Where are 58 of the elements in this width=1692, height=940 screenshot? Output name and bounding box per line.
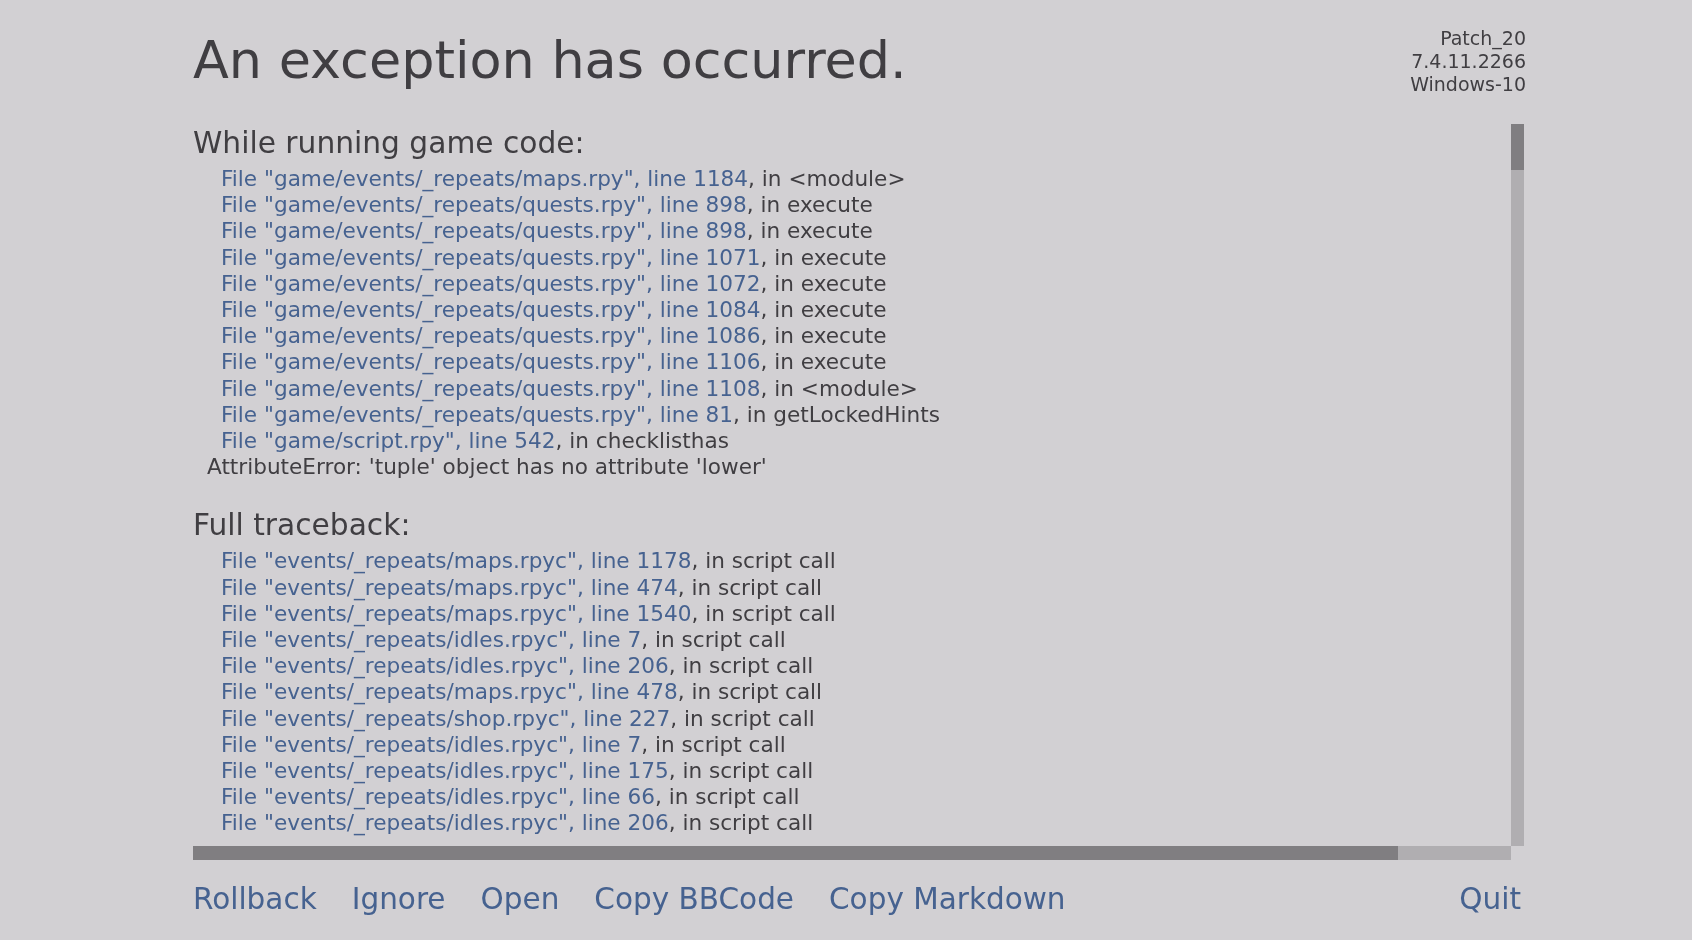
file-link[interactable]: File "game/events/_repeats/quests.rpy", line 1084	[221, 297, 761, 322]
traceback-line: File "events/_repeats/idles.rpyc", line 7, in script call	[221, 627, 786, 654]
file-link[interactable]: File "game/events/_repeats/quests.rpy", line 1071	[221, 244, 761, 270]
file-link[interactable]: File "events/_repeats/maps.rpyc", line 474	[221, 574, 678, 600]
action-link[interactable]: Copy BBCode	[594, 882, 794, 916]
page-title: An exception has occurred.	[193, 29, 907, 91]
file-link[interactable]: File "events/_repeats/idles.rpyc", line 7	[221, 627, 642, 653]
traceback-line: File "game/events/_repeats/quests.rpy", line 1086, in execute	[221, 323, 887, 350]
traceback-line: File "game/events/_repeats/quests.rpy", line 1108, in <module>	[221, 375, 918, 402]
traceback-line: File "game/script.rpy", line 542, in checklisthas	[221, 428, 729, 455]
file-link[interactable]: File "events/_repeats/shop.rpyc", line 227	[221, 705, 671, 731]
file-link[interactable]: File "events/_repeats/idles.rpyc", line 175	[221, 758, 669, 784]
file-link[interactable]: File "events/_repeats/idles.rpyc", line 7	[221, 731, 642, 757]
action-link[interactable]: Ignore	[351, 882, 446, 916]
action-link[interactable]: Open	[480, 882, 560, 916]
traceback-line: File "game/events/_repeats/quests.rpy", line 898, in execute	[221, 192, 873, 219]
file-link[interactable]: File "game/events/_repeats/quests.rpy", line 1086	[221, 323, 761, 349]
section-heading: Full traceback:	[193, 508, 411, 543]
traceback-line: File "events/_repeats/idles.rpyc", line 175, in script call	[221, 758, 814, 785]
traceback-line: File "events/_repeats/idles.rpyc", line 66, in script call	[221, 784, 800, 811]
section-heading: While running game code:	[193, 126, 585, 160]
file-link[interactable]: File "game/events/_repeats/maps.rpy", line 1184	[221, 166, 749, 191]
file-link[interactable]: File "events/_repeats/maps.rpyc", line 478	[221, 679, 678, 705]
traceback-line: File "events/_repeats/maps.rpyc", line 1178, in script call	[221, 548, 836, 575]
quit-link[interactable]: Quit	[1459, 882, 1521, 916]
file-link[interactable]: File "game/events/_repeats/quests.rpy", line 898	[221, 218, 747, 244]
traceback-line: File "events/_repeats/maps.rpyc", line 1540, in script call	[221, 600, 836, 628]
file-link[interactable]: File "game/events/_repeats/quests.rpy", line 81	[221, 401, 734, 427]
file-link[interactable]: File "events/_repeats/idles.rpyc", line 206	[221, 810, 669, 836]
traceback-line: File "events/_repeats/idles.rpyc", line 206, in script call	[221, 653, 814, 680]
file-link[interactable]: File "game/events/_repeats/quests.rpy", line 1108	[221, 375, 761, 401]
traceback-line: File "events/_repeats/idles.rpyc", line 206, in script call	[221, 810, 814, 837]
file-link[interactable]: File "game/script.rpy", line 542	[221, 428, 556, 454]
file-link[interactable]: File "events/_repeats/idles.rpyc", line 206	[221, 653, 669, 679]
scrollbar-thumb[interactable]	[1511, 124, 1524, 170]
error-message: AttributeError: 'tuple' object has no attribute 'lower'	[207, 454, 767, 481]
version-info: 7.4.11.2266	[1411, 50, 1526, 73]
traceback-line: File "events/_repeats/maps.rpyc", line 478, in script call	[221, 679, 823, 706]
file-link[interactable]: File "game/events/_repeats/quests.rpy", line 898	[221, 192, 747, 218]
version-info: Patch_20	[1440, 27, 1526, 50]
action-link[interactable]: Copy Markdown	[829, 882, 1066, 916]
traceback-line: File "game/events/_repeats/quests.rpy", line 898, in execute	[221, 218, 873, 245]
traceback-line: File "game/events/_repeats/quests.rpy", line 1106, in execute	[221, 349, 887, 376]
file-link[interactable]: File "events/_repeats/idles.rpyc", line 66	[221, 784, 655, 810]
traceback-line: File "game/events/_repeats/quests.rpy", line 1071, in execute	[221, 244, 887, 271]
file-link[interactable]: File "game/events/_repeats/quests.rpy", line 1072	[221, 270, 761, 296]
version-info: Windows-10	[1410, 73, 1526, 96]
traceback-line: File "game/events/_repeats/quests.rpy", line 1084, in execute	[221, 297, 887, 324]
action-link[interactable]: Rollback	[193, 882, 317, 916]
file-link[interactable]: File "events/_repeats/maps.rpyc", line 1178	[221, 548, 692, 574]
file-link[interactable]: File "events/_repeats/maps.rpyc", line 1540	[221, 600, 692, 626]
traceback-line: File "game/events/_repeats/quests.rpy", line 1072, in execute	[221, 270, 887, 297]
traceback-line: File "events/_repeats/shop.rpyc", line 227, in script call	[221, 705, 815, 732]
traceback-line: File "game/events/_repeats/maps.rpy", line 1184, in <module>	[221, 166, 906, 193]
file-link[interactable]: File "game/events/_repeats/quests.rpy", line 1106	[221, 349, 761, 375]
traceback-line: File "events/_repeats/idles.rpyc", line 7, in script call	[221, 731, 786, 759]
traceback-line: File "game/events/_repeats/quests.rpy", line 81, in getLockedHints	[221, 401, 940, 429]
traceback-line: File "events/_repeats/maps.rpyc", line 474, in script call	[221, 574, 823, 601]
